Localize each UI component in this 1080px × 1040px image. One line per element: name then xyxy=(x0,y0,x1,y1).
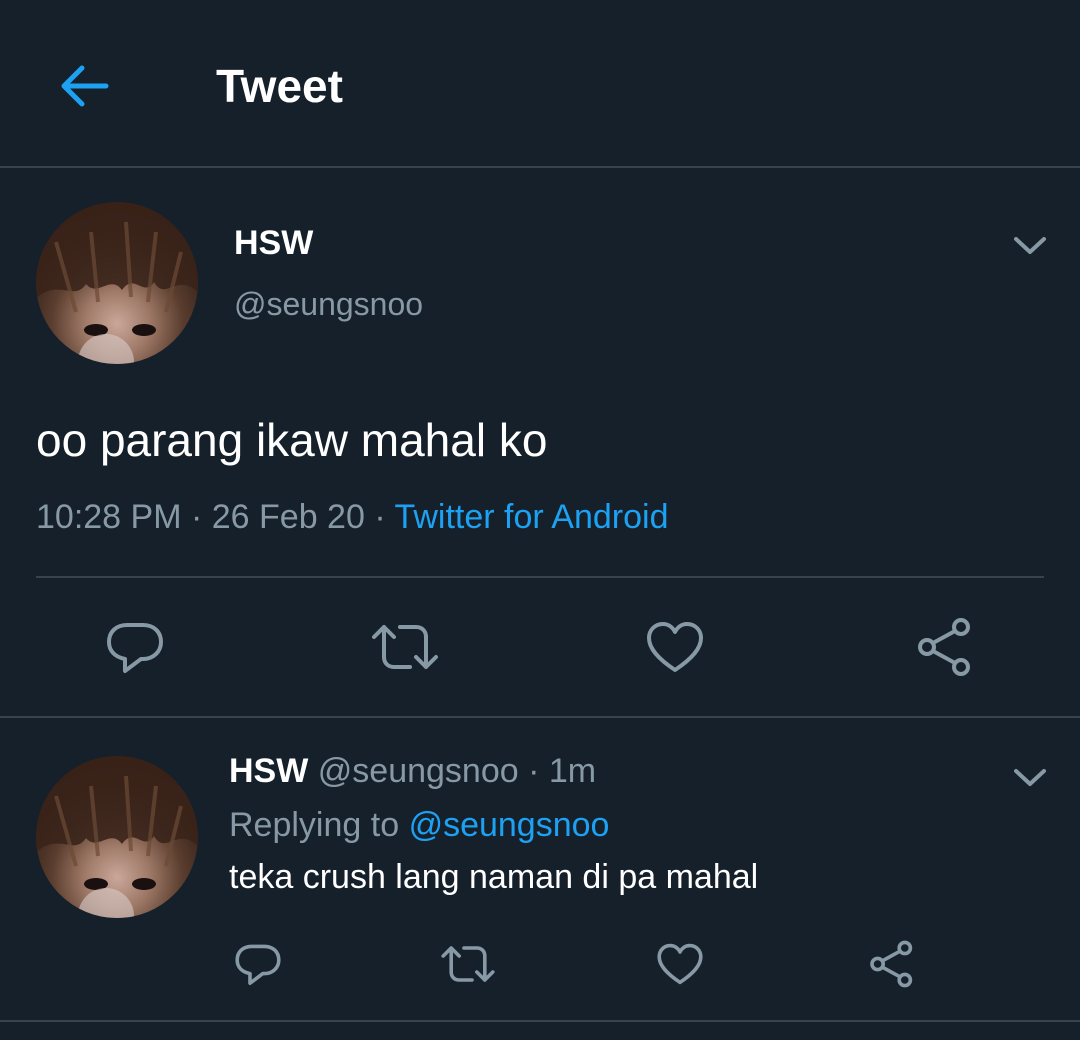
replying-to: Replying to @seungsnoo xyxy=(229,804,609,846)
tweet-time: 10:28 PM xyxy=(36,498,182,536)
chevron-down-icon xyxy=(1014,769,1046,786)
reply-author-handle[interactable]: @seungsnoo xyxy=(318,752,519,790)
reply-icon xyxy=(235,944,281,985)
retweet-button[interactable] xyxy=(370,612,440,682)
author-handle[interactable]: @seungsnoo xyxy=(234,283,423,325)
share-button[interactable] xyxy=(910,612,980,682)
divider xyxy=(36,576,1044,578)
app-bar: Tweet xyxy=(0,0,1080,168)
share-icon xyxy=(918,618,970,676)
like-button[interactable] xyxy=(640,612,710,682)
divider xyxy=(0,716,1080,718)
meta-separator: · xyxy=(518,752,549,790)
reply-time: 1m xyxy=(548,752,597,790)
arrow-left-icon xyxy=(61,65,109,107)
meta-separator: · xyxy=(364,498,395,536)
reply-author-name[interactable]: HSW xyxy=(229,752,308,790)
tweet-menu-button[interactable] xyxy=(1008,224,1052,268)
avatar[interactable] xyxy=(36,756,198,918)
back-button[interactable] xyxy=(48,50,120,122)
tweet-date: 26 Feb 20 xyxy=(211,498,365,536)
meta-separator: · xyxy=(181,498,212,536)
avatar[interactable] xyxy=(36,202,198,364)
reply-header: HSW @seungsnoo · 1m xyxy=(229,750,596,792)
reply-button[interactable] xyxy=(100,612,170,682)
replying-to-handle[interactable]: @seungsnoo xyxy=(409,806,610,844)
replying-to-label: Replying to xyxy=(229,806,400,844)
reply-icon xyxy=(107,623,163,673)
reply-text: teka crush lang naman di pa mahal xyxy=(229,858,759,896)
tweet-source-link[interactable]: Twitter for Android xyxy=(394,498,668,536)
like-icon xyxy=(657,943,703,985)
reply-menu-button[interactable] xyxy=(1008,756,1052,800)
retweet-button[interactable] xyxy=(440,936,496,992)
like-icon xyxy=(647,622,703,672)
chevron-down-icon xyxy=(1014,237,1046,254)
share-button[interactable] xyxy=(864,936,920,992)
share-icon xyxy=(870,940,913,988)
author-name[interactable]: HSW xyxy=(234,222,313,264)
reply-button[interactable] xyxy=(230,936,286,992)
avatar-image xyxy=(36,202,198,364)
tweet-meta: 10:28 PM · 26 Feb 20 · Twitter for Andro… xyxy=(36,496,669,538)
page-title: Tweet xyxy=(216,60,343,112)
divider xyxy=(0,1020,1080,1022)
avatar-image xyxy=(36,756,198,918)
tweet-text: oo parang ikaw mahal ko xyxy=(36,414,548,466)
retweet-icon xyxy=(441,946,495,982)
retweet-icon xyxy=(372,625,438,669)
like-button[interactable] xyxy=(652,936,708,992)
